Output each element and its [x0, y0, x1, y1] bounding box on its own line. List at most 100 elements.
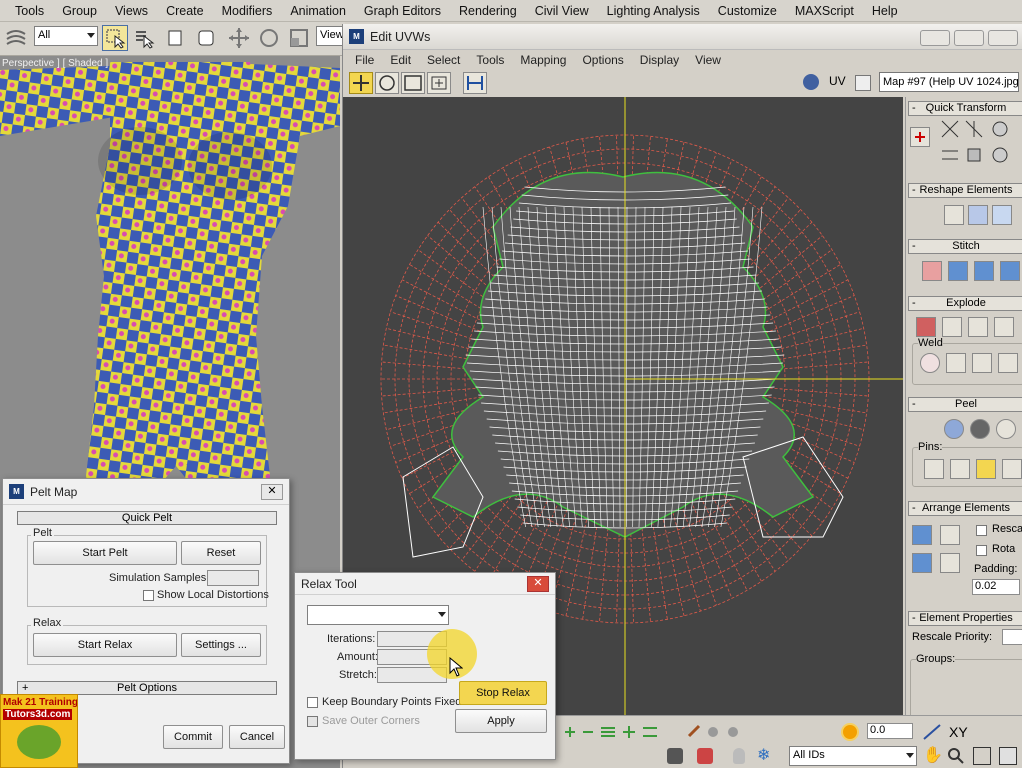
pin-remove-icon[interactable]	[950, 459, 970, 479]
save-outer-checkbox[interactable]	[307, 716, 318, 727]
space-vertical-icon[interactable]	[940, 145, 960, 165]
minimize-button[interactable]	[920, 30, 950, 46]
weld-target-icon[interactable]	[920, 353, 940, 373]
soft-selection-icon[interactable]	[841, 723, 859, 741]
rotate-checkbox[interactable]	[976, 545, 987, 556]
rollout-stitch[interactable]: - Stitch	[908, 239, 1022, 254]
move-icon[interactable]	[226, 25, 252, 51]
rollout-peel[interactable]: - Peel	[908, 397, 1022, 412]
settings-button[interactable]: Settings ...	[181, 633, 261, 657]
auto-pin-icon[interactable]	[976, 459, 996, 479]
reset-peel-icon[interactable]	[996, 419, 1016, 439]
main-menu-item[interactable]: Help	[863, 4, 907, 18]
rollout-reshape-elements[interactable]: - Reshape Elements	[908, 183, 1022, 198]
rotate-minus-90-icon[interactable]	[990, 145, 1010, 165]
main-menu-item[interactable]: MAXScript	[786, 4, 863, 18]
zoom-extents-icon[interactable]	[999, 747, 1017, 765]
space-horizontal-icon[interactable]	[964, 145, 984, 165]
lightbulb-icon[interactable]	[733, 748, 745, 764]
rescale-checkbox[interactable]	[976, 525, 987, 536]
detach-icon[interactable]	[942, 317, 962, 337]
weld-edges-icon[interactable]	[998, 353, 1018, 373]
close-window-button[interactable]	[988, 30, 1018, 46]
select-object-button[interactable]	[102, 25, 128, 51]
ids-select[interactable]: All IDs	[789, 746, 917, 766]
quick-peel-icon[interactable]	[944, 419, 964, 439]
uv-menu-item[interactable]: Mapping	[512, 53, 574, 67]
map-select[interactable]: Map #97 (Help UV 1024.jpg)	[879, 72, 1019, 92]
rect-selection-icon[interactable]	[162, 25, 188, 51]
pack-custom-icon[interactable]	[912, 525, 932, 545]
start-relax-button[interactable]: Start Relax	[33, 633, 177, 657]
scale-tool-icon[interactable]	[401, 72, 425, 94]
rollout-explode[interactable]: - Explode	[908, 296, 1022, 311]
selection-filter-dropdown[interactable]: All	[34, 26, 98, 46]
hide-icon[interactable]	[697, 748, 713, 764]
pin-add-icon[interactable]	[924, 459, 944, 479]
uv-menu-item[interactable]: Options	[574, 53, 631, 67]
keep-boundary-checkbox[interactable]	[307, 697, 318, 708]
padding-spinner[interactable]: 0.02	[972, 579, 1020, 595]
start-pelt-button[interactable]: Start Pelt	[33, 541, 177, 565]
rotate-icon[interactable]	[256, 25, 282, 51]
uv-menu-item[interactable]: Edit	[382, 53, 419, 67]
relax-method-dropdown[interactable]	[307, 605, 449, 625]
align-horizontal-icon[interactable]	[964, 119, 984, 139]
break-icon[interactable]	[916, 317, 936, 337]
stitch-source-icon[interactable]	[948, 261, 968, 281]
flatten-by-smoothing-icon[interactable]	[994, 317, 1014, 337]
rotate-90-icon[interactable]	[990, 119, 1010, 139]
viewport-label[interactable]: Perspective ] [ Shaded ]	[2, 58, 108, 69]
pack-normalize-icon[interactable]	[940, 525, 960, 545]
relax-until-flat-icon[interactable]	[992, 205, 1012, 225]
straighten-icon[interactable]	[944, 205, 964, 225]
pack-together-icon[interactable]	[912, 553, 932, 573]
simulation-samples-spinner[interactable]	[207, 570, 259, 586]
snowflake-icon[interactable]: ❄	[757, 748, 773, 764]
rollout-arrange-elements[interactable]: - Arrange Elements	[908, 501, 1022, 516]
flatten-icon[interactable]	[968, 317, 988, 337]
pelt-map-icon[interactable]	[970, 419, 990, 439]
relax-icon[interactable]	[968, 205, 988, 225]
commit-button[interactable]: Commit	[163, 725, 223, 749]
mirror-tool-icon[interactable]	[463, 72, 487, 94]
apply-button[interactable]: Apply	[455, 709, 547, 733]
close-pelt-map-button[interactable]: ✕	[261, 484, 283, 500]
main-menu-item[interactable]: Tools	[6, 4, 53, 18]
select-pins-icon[interactable]	[1002, 459, 1022, 479]
quick-pelt-bar[interactable]: Quick Pelt	[17, 511, 277, 525]
main-menu-item[interactable]: Modifiers	[213, 4, 282, 18]
set-pivot-icon[interactable]	[910, 127, 930, 147]
uv-menu-item[interactable]: Select	[419, 53, 468, 67]
stitch-custom-icon[interactable]	[922, 261, 942, 281]
rollout-element-properties[interactable]: - Element Properties	[908, 611, 1022, 626]
zoom-region-icon[interactable]	[973, 747, 991, 765]
rotate-tool-icon[interactable]	[375, 72, 399, 94]
checker-map-icon[interactable]	[803, 74, 819, 90]
main-menu-item[interactable]: Views	[106, 4, 157, 18]
main-menu-item[interactable]: Group	[53, 4, 106, 18]
maximize-button[interactable]	[954, 30, 984, 46]
uv-menu-item[interactable]: File	[347, 53, 382, 67]
rollout-quick-transform[interactable]: - Quick Transform	[908, 101, 1022, 116]
stitch-average-icon[interactable]	[974, 261, 994, 281]
scale-icon[interactable]	[286, 25, 312, 51]
align-icons[interactable]	[563, 724, 683, 740]
show-local-distortions-checkbox[interactable]	[143, 590, 154, 601]
main-menu-item[interactable]: Graph Editors	[355, 4, 450, 18]
pelt-options-bar[interactable]: + Pelt Options	[17, 681, 277, 695]
cancel-button[interactable]: Cancel	[229, 725, 285, 749]
freeform-tool-icon[interactable]	[427, 72, 451, 94]
falloff-line-icon[interactable]	[921, 722, 943, 742]
xy-label[interactable]: XY	[949, 724, 968, 740]
stop-relax-button[interactable]: Stop Relax	[459, 681, 547, 705]
show-map-icon[interactable]	[855, 75, 871, 91]
weld-selected-icon[interactable]	[946, 353, 966, 373]
layers-icon[interactable]	[2, 25, 28, 51]
pan-icon[interactable]: ✋	[923, 747, 943, 765]
main-menu-item[interactable]: Animation	[281, 4, 355, 18]
reset-button[interactable]: Reset	[181, 541, 261, 565]
paint-select-icon[interactable]	[685, 722, 745, 740]
uv-menu-item[interactable]: Display	[632, 53, 687, 67]
main-menu-item[interactable]: Lighting Analysis	[598, 4, 709, 18]
